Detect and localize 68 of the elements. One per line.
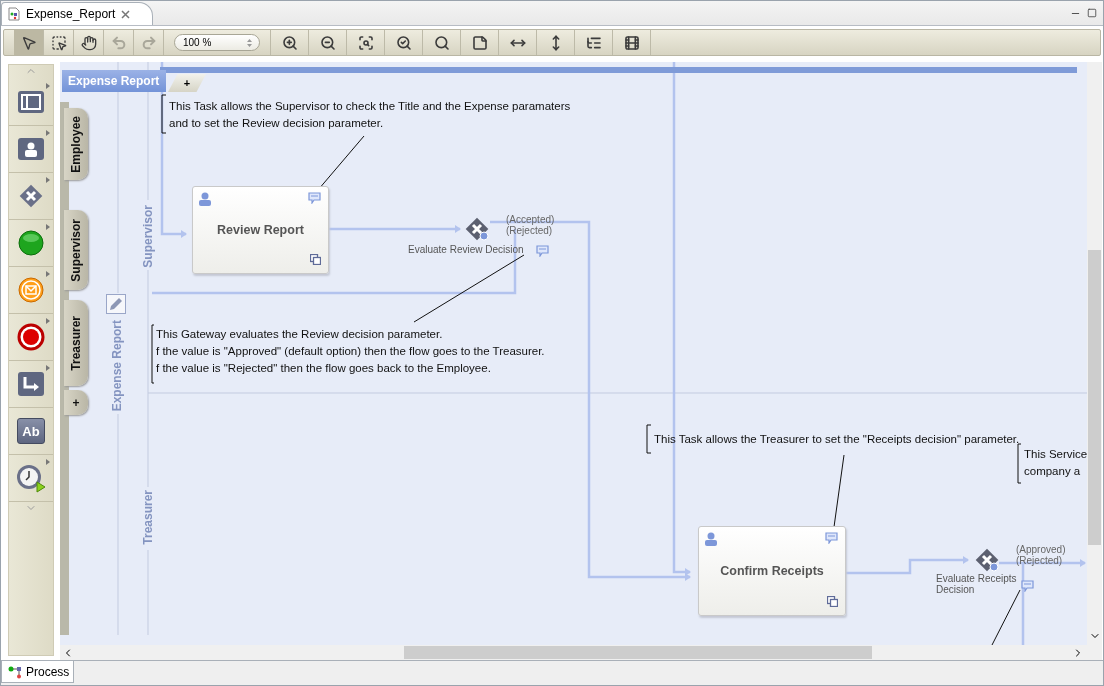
annotation-bracket [1017, 443, 1022, 484]
comment-icon [825, 532, 838, 544]
annotation-bracket [646, 424, 652, 454]
zoom-region-icon [357, 34, 374, 51]
hand-icon [80, 34, 97, 51]
pointer-icon [20, 34, 37, 51]
lane-label: Treasurer [141, 490, 155, 545]
start-event-icon [17, 229, 45, 257]
edit-icon[interactable] [106, 294, 126, 314]
stacked-squares-icon [310, 254, 321, 265]
horizontal-scrollbar[interactable] [60, 645, 1102, 660]
lane-icon [17, 90, 45, 114]
text-tool-icon: Ab [17, 418, 45, 444]
comment-icon [308, 192, 321, 204]
annotation-bracket [161, 94, 167, 134]
annotation-text: This Task allows the Treasurer to set the "Receipts decision" parameter. [654, 432, 1020, 447]
stacked-squares-icon [827, 596, 838, 607]
flow-label: (Approved) [1016, 544, 1066, 555]
annotation-text: This Task allows the Supervisor to check the Title and the Expense paramaters and to set the Review decision parameter. [169, 99, 571, 131]
lane-label: Supervisor [141, 205, 155, 268]
zoom-field[interactable]: 100 % [174, 34, 260, 51]
message-event-icon [17, 276, 45, 304]
arrow-box-icon [17, 371, 45, 397]
scrollbar-thumb[interactable] [1088, 250, 1101, 545]
scrollbar-thumb[interactable] [404, 646, 872, 659]
flow-label: (Rejected) [506, 225, 553, 236]
maximize-icon[interactable] [1087, 8, 1097, 18]
annotation-text: This Gateway evaluates the Review decision parameter. f the value is "Approved" (default option) then the flow goes to the Treasurer. f the value is "Rejected" then the flow goes back to the Employee. [156, 327, 545, 376]
lane-tab[interactable]: Supervisor [64, 210, 88, 290]
annotation-bracket [151, 324, 155, 384]
comment-icon [1021, 580, 1034, 592]
undo-icon [110, 34, 127, 51]
comment-icon [536, 245, 549, 257]
spinner-icon [246, 37, 253, 48]
gateway-label: Evaluate Review Decision [408, 244, 524, 255]
editor-tab[interactable]: Expense_Report [1, 2, 154, 25]
vertical-scrollbar[interactable] [1087, 62, 1102, 645]
flow-label: (Rejected) [1016, 555, 1063, 566]
leader-line [991, 589, 1021, 645]
process-tab[interactable]: Process [1, 661, 75, 683]
flow-label: (Accepted) [506, 214, 555, 225]
film-icon [623, 34, 640, 51]
redo-icon [140, 34, 157, 51]
end-event-icon [17, 323, 45, 351]
add-pool-tab[interactable]: + [168, 74, 206, 92]
search-icon [433, 34, 450, 51]
note-icon [471, 34, 488, 51]
lane-tab[interactable]: Employee [64, 108, 88, 180]
palette-item[interactable]: Ab [9, 408, 53, 455]
zoom-in-icon [281, 34, 298, 51]
user-icon [705, 532, 717, 546]
user-icon [199, 192, 211, 206]
zoom-page-icon [395, 34, 412, 51]
process-file-icon [8, 7, 20, 21]
annotation-text: This Service company a [1024, 447, 1087, 479]
task-node[interactable]: Confirm Receipts [698, 526, 846, 616]
add-lane-tab[interactable]: + [64, 390, 88, 415]
process-icon [8, 664, 22, 679]
zoom-out-icon [319, 34, 336, 51]
task-node[interactable]: Review Report [192, 186, 329, 274]
tool-button[interactable] [14, 30, 44, 55]
close-icon[interactable] [121, 9, 131, 19]
user-task-icon [17, 137, 45, 161]
marquee-icon [50, 34, 67, 51]
gateway-label: Evaluate Receipts Decision [936, 573, 1018, 595]
timer-icon [15, 462, 47, 494]
pool-label: Expense Report [110, 320, 124, 412]
lane-tab[interactable]: Treasurer [64, 300, 88, 386]
